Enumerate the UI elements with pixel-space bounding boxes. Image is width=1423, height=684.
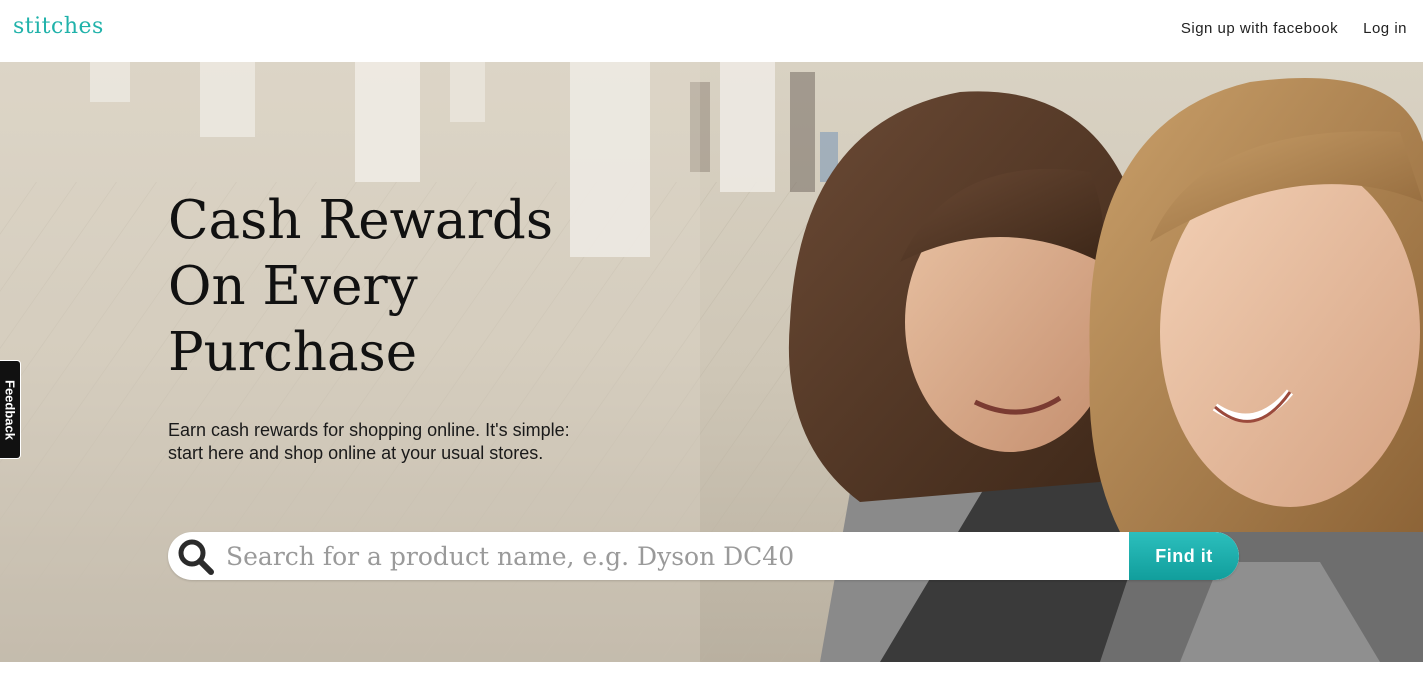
search-icon[interactable] [176,538,216,576]
hero-title-line-2: On Every [168,256,418,317]
logo[interactable]: stitches [13,14,104,39]
page: stitches Sign up with facebook Log in Ca… [0,0,1423,684]
hero-title-line-1: Cash Rewards [168,190,554,251]
product-search-bar: Find it [168,532,1239,580]
feedback-tab[interactable]: Feedback [0,360,21,459]
header-links: Sign up with facebook Log in [1181,20,1407,37]
product-search-input[interactable] [226,532,1126,580]
hero-title: Cash Rewards On Every Purchase [168,188,688,386]
find-it-button[interactable]: Find it [1129,532,1239,580]
login-link[interactable]: Log in [1363,20,1407,37]
hero-title-line-3: Purchase [168,322,418,383]
hero-subtitle: Earn cash rewards for shopping online. I… [168,420,570,463]
signup-facebook-link[interactable]: Sign up with facebook [1181,20,1338,37]
top-navigation-bar: stitches Sign up with facebook Log in [0,0,1423,62]
feedback-label: Feedback [2,379,18,440]
hero-section: Cash Rewards On Every Purchase Earn cash… [0,62,1423,662]
